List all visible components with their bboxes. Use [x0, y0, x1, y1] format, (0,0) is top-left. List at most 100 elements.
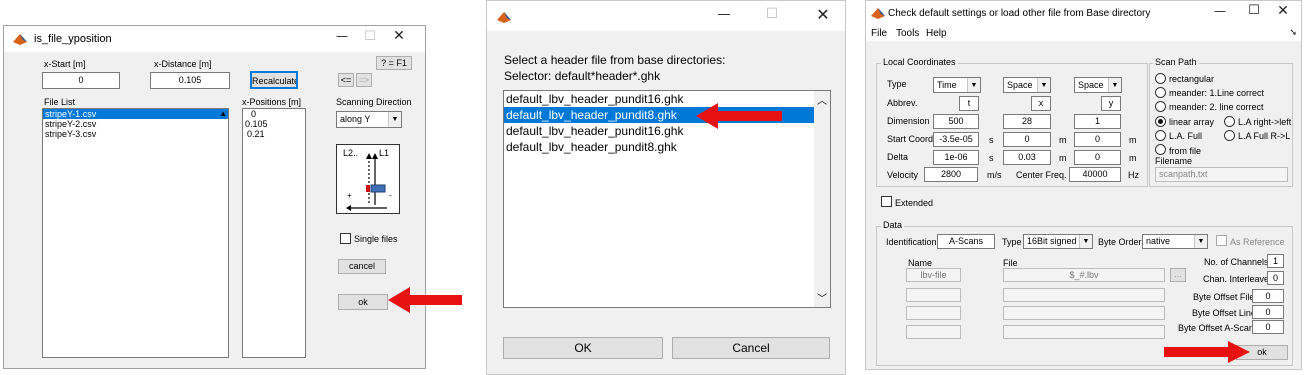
- list-item[interactable]: stripeY-3.csv: [43, 129, 228, 139]
- window-title: Check default settings or load other fil…: [888, 8, 1151, 19]
- maximize-icon[interactable]: ☐: [1246, 3, 1262, 18]
- dimension-field-2[interactable]: 28: [1003, 114, 1051, 129]
- chevron-up-icon[interactable]: ︿: [817, 92, 827, 107]
- close-icon[interactable]: ✕: [813, 5, 833, 24]
- file-field-4: [1003, 325, 1165, 339]
- start-coord-field-3[interactable]: 0: [1074, 132, 1121, 147]
- minimize-icon[interactable]: —: [715, 7, 733, 22]
- dimension-field-3[interactable]: 1: [1074, 114, 1121, 129]
- list-item[interactable]: 0.105: [243, 119, 305, 129]
- matlab-icon: [13, 34, 27, 45]
- radio-la-full-rl[interactable]: [1224, 130, 1235, 141]
- xpositions-list[interactable]: 0 0.105 0.21: [242, 108, 306, 358]
- radio-la-right-left-label: L.A right->left: [1238, 117, 1292, 127]
- chevron-down-icon: ▼: [1079, 235, 1092, 248]
- file-field-2: [1003, 288, 1165, 302]
- minimize-icon[interactable]: —: [334, 29, 350, 43]
- data-type-select[interactable]: 16Bit signed ▼: [1023, 234, 1093, 249]
- abbrev-field-3[interactable]: y: [1101, 96, 1121, 111]
- file-list[interactable]: stripeY-1.csv stripeY-2.csv stripeY-3.cs…: [42, 108, 229, 358]
- center-freq-label: Center Freq.: [1016, 170, 1067, 180]
- start-unit-3: m: [1129, 135, 1137, 145]
- offset-ascan-field[interactable]: 0: [1252, 320, 1284, 334]
- name-field-2: [906, 288, 961, 302]
- radio-linear-array[interactable]: [1155, 116, 1166, 127]
- list-item[interactable]: stripeY-2.csv: [43, 119, 228, 129]
- as-reference-checkbox: [1216, 235, 1227, 246]
- interleave-label: Chan. Interleave: [1203, 274, 1270, 284]
- help-button[interactable]: ? = F1: [376, 56, 412, 70]
- start-coord-field-1[interactable]: -3.5e-05: [933, 132, 979, 147]
- byte-order-select[interactable]: native ▼: [1142, 234, 1208, 249]
- type-label: Type: [1002, 237, 1022, 247]
- radio-from-file[interactable]: [1155, 144, 1166, 155]
- xstart-field[interactable]: 0: [42, 72, 120, 89]
- radio-la-full[interactable]: [1155, 130, 1166, 141]
- menu-help[interactable]: Help: [926, 28, 947, 39]
- radio-rectangular-label: rectangular: [1169, 74, 1215, 84]
- menu-file[interactable]: File: [871, 28, 887, 39]
- header-file-dialog: — ☐ ✕ Select a header file from base dir…: [486, 0, 846, 375]
- filename-field: scanpath.txt: [1155, 167, 1288, 182]
- window-title: is_file_yposition: [34, 33, 112, 45]
- scanning-direction-select[interactable]: along Y ▼: [336, 111, 402, 128]
- xdistance-field[interactable]: 0.105: [150, 72, 230, 89]
- maximize-icon[interactable]: ☐: [362, 29, 378, 44]
- file-column-header: File: [1003, 258, 1018, 268]
- identification-field[interactable]: A-Scans: [937, 234, 995, 249]
- interleave-field[interactable]: 0: [1267, 271, 1284, 285]
- dimension-field-1[interactable]: 500: [933, 114, 979, 129]
- menu-tools[interactable]: Tools: [896, 28, 919, 39]
- maximize-icon[interactable]: ☐: [763, 6, 781, 22]
- title-bar: Check default settings or load other fil…: [866, 1, 1301, 25]
- velocity-field[interactable]: 2800: [924, 167, 978, 182]
- chevron-down-icon[interactable]: ﹀: [817, 290, 827, 305]
- prompt-line-2: Selector: default*header*.ghk: [504, 69, 661, 83]
- type-select-1[interactable]: Time ▼: [933, 77, 981, 93]
- scroll-up-icon[interactable]: ▲: [219, 109, 227, 118]
- abbrev-field-1[interactable]: t: [959, 96, 979, 111]
- minimize-icon[interactable]: —: [1212, 4, 1228, 18]
- recalculate-button[interactable]: Recalculate: [250, 71, 298, 89]
- chevron-down-icon: ▼: [388, 112, 401, 127]
- delta-field-2[interactable]: 0.03: [1003, 150, 1051, 165]
- list-item[interactable]: stripeY-1.csv: [43, 109, 228, 119]
- single-files-checkbox[interactable]: [340, 233, 351, 244]
- delta-field-1[interactable]: 1e-06: [933, 150, 979, 165]
- prev-button[interactable]: <=: [338, 73, 354, 87]
- radio-meander-2[interactable]: [1155, 101, 1166, 112]
- delta-field-3[interactable]: 0: [1074, 150, 1121, 165]
- delta-unit-3: m: [1129, 153, 1137, 163]
- center-freq-field[interactable]: 40000: [1069, 167, 1121, 182]
- type-select-3[interactable]: Space ▼: [1074, 77, 1122, 93]
- offset-file-field[interactable]: 0: [1252, 289, 1284, 303]
- radio-rectangular[interactable]: [1155, 73, 1166, 84]
- ok-button[interactable]: OK: [503, 337, 663, 359]
- toolbar-arrow-icon[interactable]: ➘: [1289, 27, 1297, 38]
- list-item[interactable]: 0: [243, 109, 305, 119]
- velocity-row-label: Velocity: [887, 170, 919, 180]
- radio-from-file-label: from file: [1169, 146, 1202, 156]
- radio-la-right-left[interactable]: [1224, 116, 1235, 127]
- abbrev-field-2[interactable]: x: [1031, 96, 1051, 111]
- red-arrow-icon: [696, 103, 782, 129]
- browse-button: ...: [1170, 268, 1186, 282]
- name-column-header: Name: [908, 258, 933, 268]
- list-item[interactable]: 0.21: [243, 129, 305, 139]
- offset-line-field[interactable]: 0: [1252, 305, 1284, 319]
- list-item[interactable]: default_lbv_header_pundit8.ghk: [504, 139, 830, 155]
- filename-label: Filename: [1155, 156, 1193, 166]
- start-unit-1: s: [989, 135, 994, 145]
- offset-line-label: Byte Offset Line: [1192, 308, 1256, 318]
- channels-field[interactable]: 1: [1267, 254, 1284, 268]
- cancel-button[interactable]: Cancel: [672, 337, 830, 359]
- scrollbar[interactable]: ︿ ﹀: [814, 91, 830, 307]
- cancel-button[interactable]: cancel: [338, 259, 386, 274]
- close-icon[interactable]: ✕: [390, 28, 408, 44]
- start-coord-field-2[interactable]: 0: [1003, 132, 1051, 147]
- ok-button[interactable]: ok: [338, 294, 388, 310]
- radio-meander-1[interactable]: [1155, 87, 1166, 98]
- extended-checkbox[interactable]: [881, 196, 892, 207]
- type-select-2[interactable]: Space ▼: [1003, 77, 1051, 93]
- close-icon[interactable]: ✕: [1274, 3, 1292, 19]
